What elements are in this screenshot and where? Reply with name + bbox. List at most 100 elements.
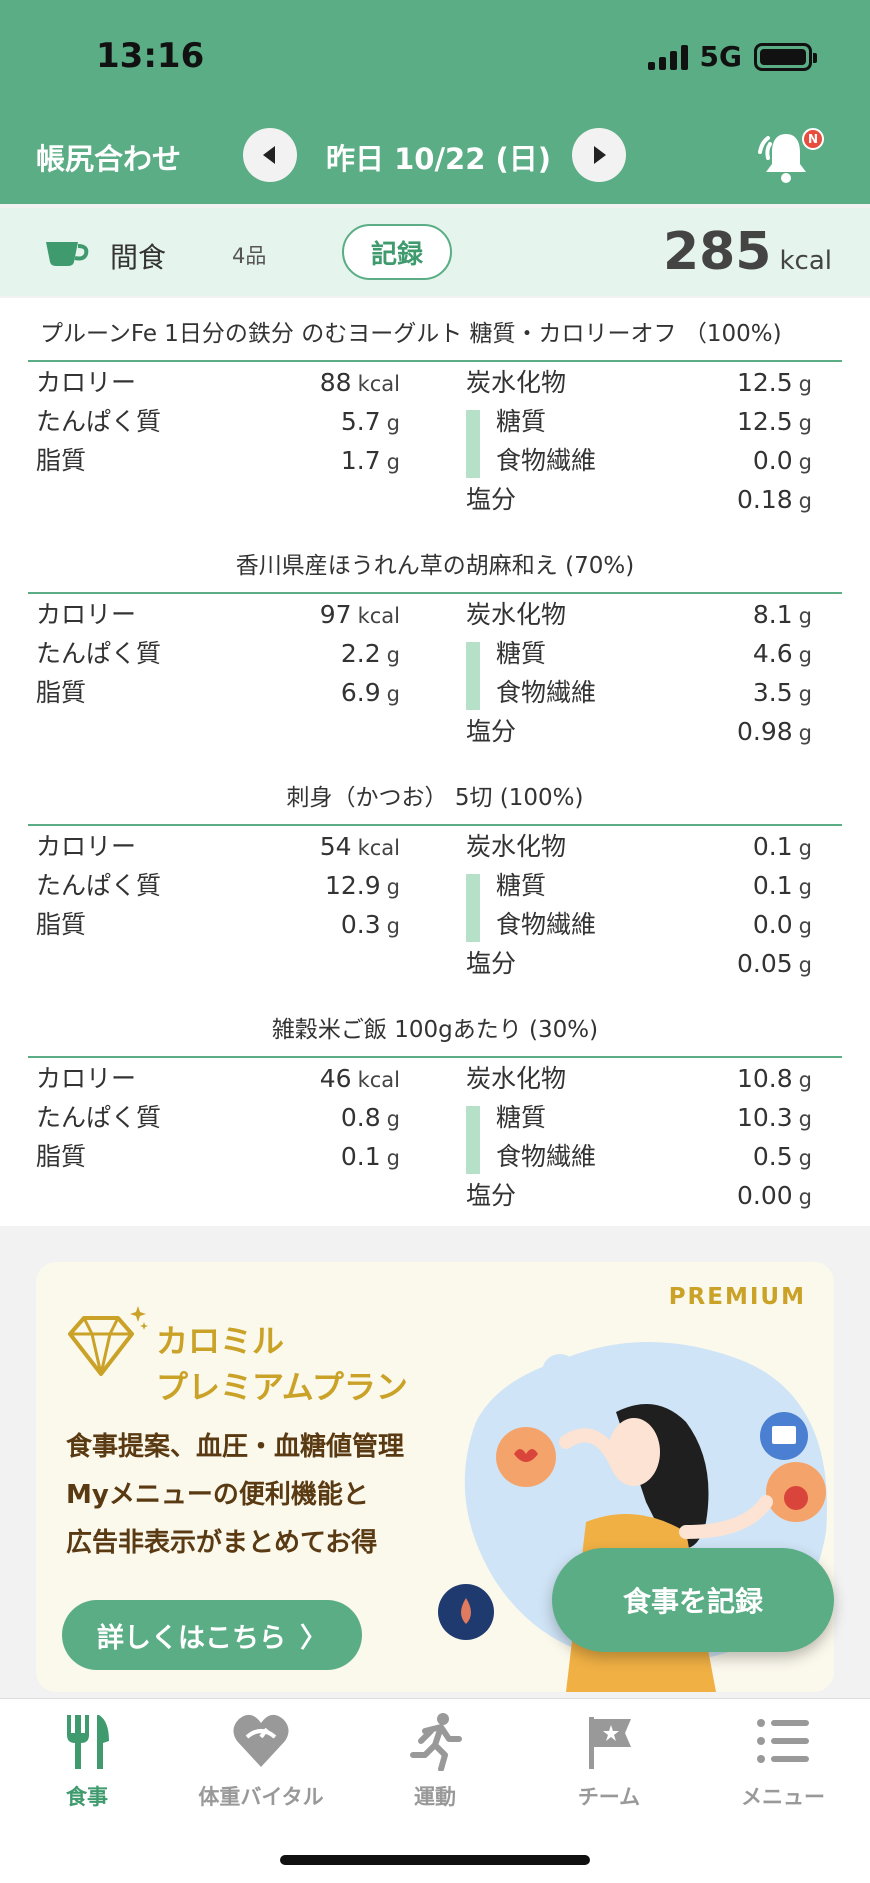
calorie-value: 46 kcal	[319, 1064, 400, 1093]
app-header: 13:16 5G 帳尻合わせ 昨日 10/22 (日) N	[0, 0, 870, 204]
food-title: プルーンFe 1日分の鉄分 のむヨーグルト 糖質・カロリーオフ （100%)	[28, 306, 842, 362]
tab-menu[interactable]: メニュー	[696, 1711, 870, 1811]
sugar-label: 糖質	[496, 1103, 547, 1132]
fat-value: 6.9 g	[340, 678, 400, 707]
carb-value: 12.5 g	[736, 368, 812, 397]
tab-team[interactable]: チーム	[522, 1711, 696, 1811]
battery-icon	[754, 42, 817, 71]
fat-label: 脂質	[36, 910, 87, 939]
meal-total-calories: 285 kcal	[663, 222, 832, 282]
triangle-left-icon	[263, 146, 275, 164]
nutrient-row: 脂質 1.7 g 食物繊維 0.0 g	[0, 442, 870, 480]
tab-label: メニュー	[741, 1785, 825, 1809]
fiber-value: 0.0 g	[752, 446, 812, 475]
status-time: 13:16	[96, 36, 205, 76]
tab-label: チーム	[577, 1785, 641, 1809]
diamond-icon	[68, 1306, 148, 1376]
status-indicators: 5G	[647, 40, 817, 73]
current-date: 昨日 10/22 (日)	[326, 142, 552, 176]
record-button[interactable]: 記録	[342, 224, 452, 280]
record-meal-fab[interactable]: 食事を記録	[552, 1548, 834, 1652]
salt-label: 塩分	[466, 485, 517, 514]
tab-exercise[interactable]: 運動	[348, 1711, 522, 1811]
fiber-value: 0.5 g	[752, 1142, 812, 1171]
details-button-label: 詳しくはこちら	[97, 1622, 286, 1654]
nutrient-row: カロリー 46 kcal 炭水化物 10.8 g	[0, 1060, 870, 1098]
protein-label: たんぱく質	[36, 1103, 162, 1132]
notification-badge: N	[802, 128, 824, 150]
calorie-label: カロリー	[36, 600, 137, 629]
nutrient-row: たんぱく質 12.9 g 糖質 0.1 g	[0, 867, 870, 905]
salt-label: 塩分	[466, 1181, 517, 1210]
salt-value: 0.18 g	[736, 485, 812, 514]
nutrient-row: カロリー 54 kcal 炭水化物 0.1 g	[0, 828, 870, 866]
carb-value: 0.1 g	[752, 832, 812, 861]
chevron-right-icon: 〉	[300, 1622, 327, 1654]
fiber-value: 3.5 g	[752, 678, 812, 707]
nutrient-row: カロリー 88 kcal 炭水化物 12.5 g	[0, 364, 870, 402]
cup-icon	[46, 242, 89, 266]
prev-day-button[interactable]	[243, 128, 297, 182]
food-title: 雑穀米ご飯 100gあたり (30%)	[28, 1002, 842, 1058]
salt-value: 0.98 g	[736, 717, 812, 746]
calorie-label: カロリー	[36, 832, 137, 861]
nutrient-row: 脂質 6.9 g 食物繊維 3.5 g	[0, 674, 870, 712]
nutrient-row: カロリー 97 kcal 炭水化物 8.1 g	[0, 596, 870, 634]
sugar-label: 糖質	[496, 407, 547, 436]
nutrient-row: たんぱく質 5.7 g 糖質 12.5 g	[0, 403, 870, 441]
nutrient-row: 塩分 0.05 g	[0, 945, 870, 983]
premium-feature-line: 食事提案、血圧・血糖値管理	[66, 1432, 405, 1462]
fork-knife-icon	[67, 1715, 109, 1769]
premium-feature-line: Myメニューの便利機能と	[66, 1480, 369, 1510]
heart-scale-icon	[233, 1714, 289, 1767]
protein-label: たんぱく質	[36, 871, 162, 900]
carb-label: 炭水化物	[466, 600, 567, 629]
protein-value: 5.7 g	[340, 407, 400, 436]
food-list: プルーンFe 1日分の鉄分 のむヨーグルト 糖質・カロリーオフ （100%) カ…	[0, 298, 870, 1226]
balance-adjust-link[interactable]: 帳尻合わせ	[36, 136, 181, 178]
runner-icon	[410, 1713, 462, 1771]
tab-meal[interactable]: 食事	[0, 1711, 174, 1811]
fat-value: 1.7 g	[340, 446, 400, 475]
calorie-label: カロリー	[36, 1064, 137, 1093]
nutrient-row: 脂質 0.3 g 食物繊維 0.0 g	[0, 906, 870, 944]
calorie-label: カロリー	[36, 368, 137, 397]
meal-name: 間食	[110, 241, 167, 274]
carb-label: 炭水化物	[466, 368, 567, 397]
fiber-label: 食物繊維	[496, 1142, 597, 1171]
protein-label: たんぱく質	[36, 407, 162, 436]
fiber-label: 食物繊維	[496, 678, 597, 707]
protein-value: 0.8 g	[340, 1103, 400, 1132]
nutrient-row: 塩分 0.18 g	[0, 481, 870, 519]
fiber-value: 0.0 g	[752, 910, 812, 939]
fiber-label: 食物繊維	[496, 446, 597, 475]
food-title: 刺身（かつお） 5切 (100%)	[28, 770, 842, 826]
protein-label: たんぱく質	[36, 639, 162, 668]
carb-label: 炭水化物	[466, 832, 567, 861]
sugar-label: 糖質	[496, 871, 547, 900]
meal-item-count: 4品	[232, 244, 267, 268]
fat-value: 0.1 g	[340, 1142, 400, 1171]
salt-value: 0.05 g	[736, 949, 812, 978]
nutrient-row: 脂質 0.1 g 食物繊維 0.5 g	[0, 1138, 870, 1176]
sugar-label: 糖質	[496, 639, 547, 668]
tab-label: 運動	[414, 1785, 456, 1809]
premium-feature-line: 広告非表示がまとめてお得	[66, 1528, 378, 1558]
carb-value: 8.1 g	[752, 600, 812, 629]
tab-weight-vital[interactable]: 体重バイタル	[174, 1711, 348, 1811]
salt-label: 塩分	[466, 949, 517, 978]
calorie-value: 54 kcal	[319, 832, 400, 861]
sugar-value: 0.1 g	[752, 871, 812, 900]
protein-value: 2.2 g	[340, 639, 400, 668]
nutrient-row: 塩分 0.00 g	[0, 1177, 870, 1215]
next-day-button[interactable]	[572, 128, 626, 182]
menu-list-icon	[757, 1719, 809, 1763]
details-button[interactable]: 詳しくはこちら 〉	[62, 1600, 362, 1670]
flag-icon	[589, 1717, 631, 1769]
sugar-value: 12.5 g	[736, 407, 812, 436]
tab-label: 食事	[66, 1785, 108, 1809]
nutrient-row: 塩分 0.98 g	[0, 713, 870, 751]
fat-label: 脂質	[36, 678, 87, 707]
food-title: 香川県産ほうれん草の胡麻和え (70%)	[28, 538, 842, 594]
nutrient-row: たんぱく質 2.2 g 糖質 4.6 g	[0, 635, 870, 673]
